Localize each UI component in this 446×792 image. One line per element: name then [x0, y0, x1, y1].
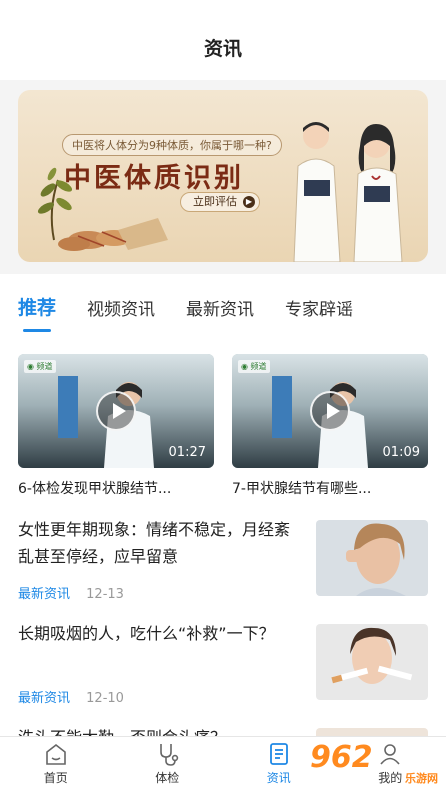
video-thumbnail[interactable]: ◉ 频道 01:27	[18, 354, 214, 468]
banner[interactable]: 中医将人体分为9种体质，你属于哪一种? 中医体质识别 立即评估 ▶	[18, 90, 428, 262]
doctors-illustration	[293, 122, 403, 262]
assess-now-button[interactable]: 立即评估 ▶	[180, 192, 260, 212]
video-list: ◉ 频道 01:27 6-体检发现甲状腺结节... ◉ 频道 01:09 7-甲…	[0, 338, 446, 498]
video-card[interactable]: ◉ 频道 01:27 6-体检发现甲状腺结节...	[18, 354, 214, 498]
chevron-right-icon: ▶	[243, 196, 255, 208]
page-title: 资讯	[203, 37, 242, 60]
video-caption[interactable]: 6-体检发现甲状腺结节...	[18, 478, 214, 498]
video-caption[interactable]: 7-甲状腺结节有哪些...	[232, 478, 428, 498]
tabbar-label: 体检	[155, 771, 180, 785]
video-board	[58, 376, 78, 438]
tab-recommend[interactable]: 推荐	[18, 293, 56, 338]
news-icon	[269, 743, 288, 765]
tabbar-label: 资讯	[266, 771, 291, 785]
assess-now-label: 立即评估	[193, 195, 237, 208]
channel-logo: ◉ 频道	[24, 360, 56, 373]
stethoscope-icon	[160, 744, 179, 766]
article-image	[316, 624, 428, 700]
watermark-text: 乐游网	[405, 772, 438, 785]
article-meta: 最新资讯 12-13	[18, 583, 124, 602]
site-watermark: 962 乐游网	[310, 740, 440, 786]
tab-video-news[interactable]: 视频资讯	[87, 295, 155, 338]
article-title[interactable]: 女性更年期现象：情绪不稳定，月经紊乱甚至停经，应早留意	[18, 516, 298, 570]
article-date: 12-10	[86, 691, 124, 706]
banner-container: 中医将人体分为9种体质，你属于哪一种? 中医体质识别 立即评估 ▶	[0, 80, 446, 274]
header: 资讯	[0, 0, 446, 80]
tabbar-item-checkup[interactable]: 体检	[112, 737, 224, 792]
tabbar-label: 首页	[43, 771, 68, 785]
banner-title: 中医体质识别	[64, 163, 244, 194]
article-title[interactable]: 长期吸烟的人，吃什么“补救”一下？	[18, 620, 298, 647]
play-icon[interactable]	[96, 391, 136, 431]
channel-logo: ◉ 频道	[238, 360, 270, 373]
tabbar-item-home[interactable]: 首页	[0, 737, 112, 792]
video-card[interactable]: ◉ 频道 01:09 7-甲状腺结节有哪些...	[232, 354, 428, 498]
article-meta: 最新资讯 12-10	[18, 687, 124, 706]
video-board	[272, 376, 292, 438]
category-tabs: 推荐 视频资讯 最新资讯 专家辟谣	[0, 274, 446, 338]
video-duration: 01:09	[382, 445, 420, 460]
article-category: 最新资讯	[18, 691, 71, 706]
list-item[interactable]: 女性更年期现象：情绪不稳定，月经紊乱甚至停经，应早留意 最新资讯 12-13	[18, 498, 428, 602]
banner-subtitle: 中医将人体分为9种体质，你属于哪一种?	[62, 134, 282, 156]
article-date: 12-13	[86, 587, 124, 602]
article-image	[316, 520, 428, 596]
tab-latest-news[interactable]: 最新资讯	[186, 295, 254, 338]
video-duration: 01:27	[168, 445, 206, 460]
watermark-number: 962	[310, 740, 373, 775]
tab-expert-rumor[interactable]: 专家辟谣	[285, 295, 353, 338]
list-item[interactable]: 长期吸烟的人，吃什么“补救”一下？ 最新资讯 12-10	[18, 602, 428, 706]
play-icon[interactable]	[310, 391, 350, 431]
video-thumbnail[interactable]: ◉ 频道 01:09	[232, 354, 428, 468]
home-icon	[45, 743, 66, 765]
article-category: 最新资讯	[18, 587, 71, 602]
